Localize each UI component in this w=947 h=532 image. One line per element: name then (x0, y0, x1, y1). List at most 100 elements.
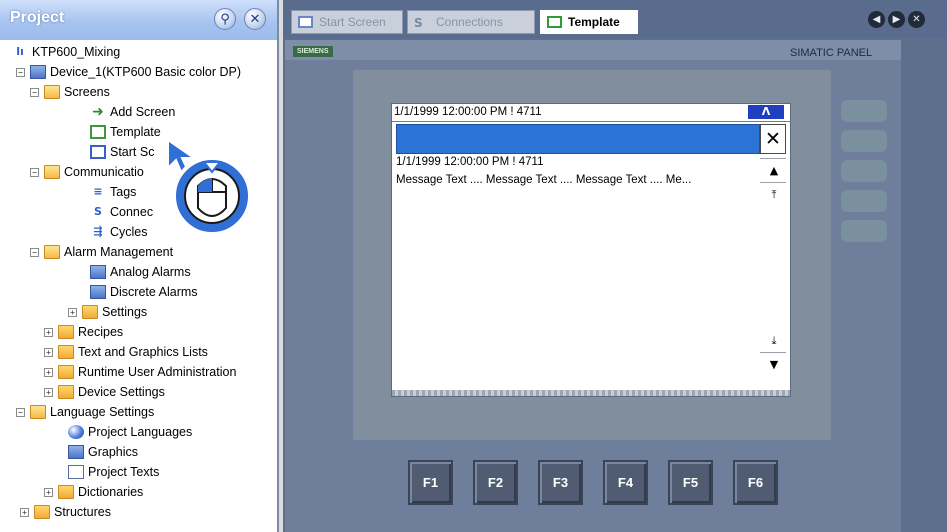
close-tab-button[interactable]: ✕ (908, 11, 925, 28)
tree-label: Runtime User Administration (78, 365, 237, 379)
tree-label: Discrete Alarms (110, 285, 198, 299)
tree-item-communication[interactable]: − Communicatio (30, 162, 144, 182)
tree-item-structures[interactable]: + Structures (20, 502, 111, 522)
device-icon (30, 65, 46, 79)
add-arrow-icon: ➜ (92, 104, 104, 120)
tab-template[interactable]: Template (540, 10, 638, 34)
expand-toggle[interactable]: + (44, 367, 53, 377)
tree-item-device-settings[interactable]: + Device Settings (44, 382, 165, 402)
tree-item-template[interactable]: Template (90, 122, 161, 142)
tree-item-project[interactable]: lı KTP600_Mixing (12, 42, 120, 62)
tree-item-analog-alarms[interactable]: Analog Alarms (90, 262, 191, 282)
pin-button[interactable]: ⚲ (214, 8, 236, 30)
collapse-toggle[interactable]: − (30, 167, 39, 177)
expand-toggle[interactable]: + (20, 507, 29, 517)
tree-item-discrete-alarms[interactable]: Discrete Alarms (90, 282, 198, 302)
tab-label: Template (568, 15, 620, 29)
side-decoration (841, 160, 887, 182)
function-key-f5[interactable]: F5 (668, 460, 713, 505)
scroll-down-button[interactable]: ▼ (762, 354, 786, 376)
tree-item-text-graphics-lists[interactable]: + Text and Graphics Lists (44, 342, 208, 362)
screen-icon (298, 16, 313, 28)
connections-icon: S (94, 205, 102, 218)
tree-item-tags[interactable]: ≡ Tags (90, 182, 136, 202)
collapse-toggle[interactable]: − (16, 407, 25, 417)
tree-item-dictionaries[interactable]: + Dictionaries (44, 482, 143, 502)
tree-label: Screens (64, 85, 110, 99)
project-panel: Project ⚲ ✕ lı KTP600_Mixing − Device_1(… (0, 0, 279, 532)
alarm-window-titlebar[interactable]: 1/1/1999 12:00:00 PM ! 4711 Λ (392, 104, 790, 122)
expand-toggle[interactable]: + (44, 487, 53, 497)
discrete-alarm-icon (90, 285, 106, 299)
folder-icon (34, 505, 50, 519)
tree-item-runtime-user-admin[interactable]: + Runtime User Administration (44, 362, 236, 382)
side-decoration (841, 190, 887, 212)
divider (760, 182, 786, 183)
screen-icon (547, 16, 562, 28)
collapse-toggle[interactable]: − (16, 67, 25, 77)
side-decoration (841, 100, 887, 122)
graphics-icon (68, 445, 84, 459)
device-side-panel (833, 60, 893, 430)
tree-item-recipes[interactable]: + Recipes (44, 322, 123, 342)
chevron-left-icon: ◀ (872, 14, 881, 25)
alarm-close-button[interactable]: ✕ (760, 124, 786, 154)
folder-open-icon (30, 405, 46, 419)
folder-icon (58, 385, 74, 399)
tree-label: Alarm Management (64, 245, 174, 259)
function-key-f4[interactable]: F4 (603, 460, 648, 505)
folder-open-icon (44, 245, 60, 259)
function-key-f2[interactable]: F2 (473, 460, 518, 505)
tree-label: Project Languages (88, 425, 193, 439)
connections-icon: S (414, 16, 423, 30)
alarm-window[interactable]: 1/1/1999 12:00:00 PM ! 4711 Λ ✕ 1/1/1999… (391, 103, 791, 397)
tab-start-screen[interactable]: Start Screen (291, 10, 403, 34)
screen-icon (90, 145, 106, 159)
expand-toggle[interactable]: + (68, 307, 77, 317)
tree-label: KTP600_Mixing (32, 45, 121, 59)
tree-label: Communicatio (64, 165, 144, 179)
scroll-up-button[interactable]: ▲ (762, 160, 786, 182)
tree-item-project-languages[interactable]: Project Languages (68, 422, 192, 442)
tree-label: Structures (54, 505, 111, 519)
collapse-toggle[interactable]: − (30, 87, 39, 97)
next-tab-button[interactable]: ▶ (888, 11, 905, 28)
project-icon: lı (16, 45, 24, 58)
collapse-button[interactable]: Λ (748, 105, 784, 119)
tree-label: Project Texts (88, 465, 160, 479)
tree-item-cycles[interactable]: ⇶ Cycles (90, 222, 147, 242)
tree-item-screens[interactable]: − Screens (30, 82, 110, 102)
tab-label: Connections (436, 15, 503, 29)
alarm-title-text: 1/1/1999 12:00:00 PM ! 4711 (394, 106, 542, 118)
tree-label: Settings (102, 305, 148, 319)
prev-tab-button[interactable]: ◀ (868, 11, 885, 28)
selected-alarm-bar[interactable] (396, 124, 760, 154)
tree-item-connections[interactable]: S Connec (90, 202, 153, 222)
close-panel-button[interactable]: ✕ (244, 8, 266, 30)
expand-toggle[interactable]: + (44, 387, 53, 397)
function-key-f1[interactable]: F1 (408, 460, 453, 505)
analog-alarm-icon (90, 265, 106, 279)
expand-toggle[interactable]: + (44, 347, 53, 357)
side-decoration (841, 220, 887, 242)
function-key-f6[interactable]: F6 (733, 460, 778, 505)
tree-item-device[interactable]: − Device_1(KTP600 Basic color DP) (16, 62, 241, 82)
close-icon: ✕ (249, 11, 261, 27)
tree-label: Connec (110, 205, 154, 219)
tab-connections[interactable]: S Connections (407, 10, 535, 34)
tree-item-start-screen[interactable]: Start Sc (90, 142, 154, 162)
tree-item-alarm-management[interactable]: − Alarm Management (30, 242, 173, 262)
function-key-f3[interactable]: F3 (538, 460, 583, 505)
close-icon: ✕ (912, 14, 921, 25)
tree-item-add-screen[interactable]: ➜ Add Screen (90, 102, 175, 122)
tree-item-graphics[interactable]: Graphics (68, 442, 138, 462)
scroll-bottom-button[interactable]: ⤓ (762, 330, 786, 352)
collapse-toggle[interactable]: − (30, 247, 39, 257)
expand-toggle[interactable]: + (44, 327, 53, 337)
tree-item-language-settings[interactable]: − Language Settings (16, 402, 154, 422)
divider (760, 158, 786, 159)
scroll-top-button[interactable]: ⤒ (762, 184, 786, 206)
tree-item-project-texts[interactable]: Project Texts (68, 462, 159, 482)
tree-item-settings[interactable]: + Settings (68, 302, 147, 322)
folder-open-icon (44, 165, 60, 179)
